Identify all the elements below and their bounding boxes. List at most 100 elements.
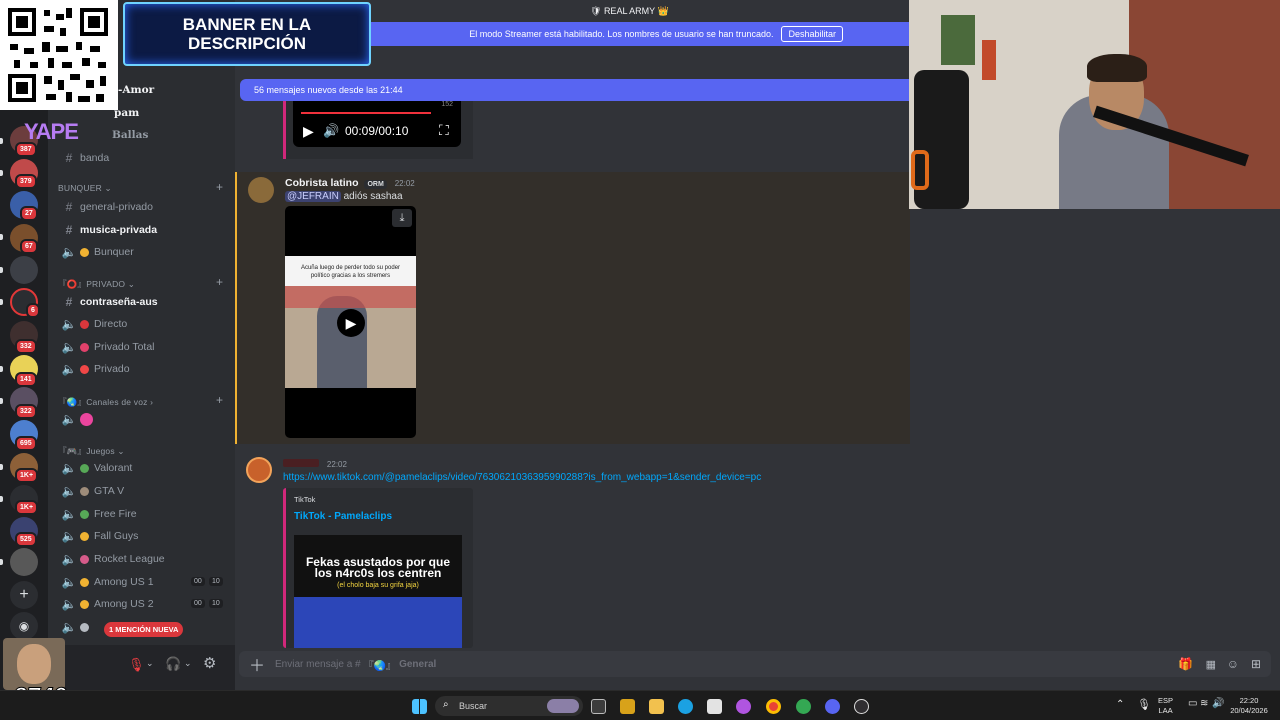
voice-among-us-2[interactable]: 🔈 Among US 2 xyxy=(58,594,154,614)
voice-privado[interactable]: 🔈 Privado xyxy=(58,359,130,379)
edge-icon[interactable] xyxy=(678,699,693,714)
play-icon[interactable]: ▶ xyxy=(303,123,314,140)
voice-valorant[interactable]: 🔈 Valorant xyxy=(58,458,133,478)
thumb-subtext: (el cholo baja su grifa jaja) xyxy=(337,582,419,589)
channel-label: Privado xyxy=(94,363,130,375)
video-caption: Acuña luego de perder todo su poder polí… xyxy=(285,256,416,286)
w-app-icon[interactable] xyxy=(620,699,635,714)
taskbar-search[interactable]: ⌕ Buscar xyxy=(435,696,583,716)
mute-icon[interactable]: 🎙 xyxy=(128,657,145,673)
category-juegos[interactable]: 『🎮』Juegos ⌄ xyxy=(58,445,125,457)
channel-ballas[interactable]: Ballas xyxy=(112,125,148,145)
video-play-icon[interactable]: ▶ xyxy=(337,309,365,337)
obs-icon[interactable] xyxy=(854,699,869,714)
voice-directo[interactable]: 🔈 Directo xyxy=(58,314,128,334)
unread-badge: 1K+ xyxy=(15,500,39,515)
category-bunquer[interactable]: BUNQUER ⌄ xyxy=(58,183,112,194)
channel-emoji xyxy=(80,364,89,374)
chevron-down-icon[interactable]: ⌄ xyxy=(146,658,154,669)
channel-label: Valorant xyxy=(94,462,133,474)
display-icon[interactable]: ▭ xyxy=(1188,698,1197,709)
qr-code xyxy=(0,0,118,110)
server-icon[interactable] xyxy=(10,256,38,284)
speaker-icon: 🔈 xyxy=(61,507,77,521)
embed-title[interactable]: TikTok - Pamelaclips xyxy=(294,511,392,522)
windows-start-icon[interactable] xyxy=(412,699,427,714)
channel-contrasena-aus[interactable]: # contraseña-aus xyxy=(58,292,158,312)
tiktok-link[interactable]: https://www.tiktok.com/@pamelaclips/vide… xyxy=(283,472,761,483)
speaker-icon: 🔈 xyxy=(61,245,77,259)
chrome-icon[interactable] xyxy=(766,699,781,714)
channel-emoji xyxy=(80,599,89,609)
chevron-down-icon[interactable]: ⌄ xyxy=(184,658,192,669)
avatar[interactable] xyxy=(246,457,272,483)
apps-icon[interactable]: ⊞ xyxy=(1251,657,1261,671)
wifi-icon[interactable]: ≋ xyxy=(1200,698,1208,709)
message-tiktok: 22:02 https://www.tiktok.com/@pamelaclip… xyxy=(235,452,910,648)
channel-l-amor[interactable]: l-Amor xyxy=(114,80,154,100)
add-server-icon[interactable]: + xyxy=(10,581,38,609)
audio-player[interactable]: 152 ▶ 🔊 00:09/00:10 ⛶ xyxy=(293,101,461,147)
download-icon[interactable]: ⤓ xyxy=(392,209,412,227)
voice-fall-guys[interactable]: 🔈 Fall Guys xyxy=(58,526,139,546)
voice-rocket-league[interactable]: 🔈 Rocket League xyxy=(58,549,165,569)
language-indicator[interactable]: ESP LAA xyxy=(1158,696,1173,716)
new-messages-bar[interactable]: 56 mensajes nuevos desde las 21:44 xyxy=(240,79,910,101)
gift-icon[interactable]: 🎁 xyxy=(1178,657,1193,671)
clock-date: 20/04/2026 xyxy=(1230,706,1268,715)
add-channel-icon[interactable]: + xyxy=(216,393,223,407)
add-attachment-icon[interactable]: ＋ xyxy=(239,652,275,676)
clock[interactable]: 22:20 20/04/2026 xyxy=(1226,696,1272,716)
voice-privado-total[interactable]: 🔈 Privado Total xyxy=(58,337,155,357)
category-privado[interactable]: 『⭕』PRIVADO ⌄ xyxy=(58,278,135,290)
voice-among-us-1[interactable]: 🔈 Among US 1 xyxy=(58,572,154,592)
chrome-profile-icon[interactable] xyxy=(796,699,811,714)
voice-channel-partial[interactable]: 🔈 xyxy=(58,617,94,637)
fullscreen-icon[interactable]: ⛶ xyxy=(439,122,449,139)
video-embed[interactable]: ⤓ Acuña luego de perder todo su poder po… xyxy=(285,206,416,438)
unread-badge: 1K+ xyxy=(15,468,39,483)
volume-tray-icon[interactable]: 🔊 xyxy=(1212,698,1224,709)
channel-label: Directo xyxy=(94,318,128,330)
hash-icon: # xyxy=(65,200,73,214)
chevron-up-icon[interactable]: ⌃ xyxy=(1116,699,1124,710)
voice-gta-v[interactable]: 🔈 GTA V xyxy=(58,481,125,501)
speaker-icon: 🔈 xyxy=(61,552,77,566)
discover-icon[interactable]: ◉ xyxy=(10,612,38,640)
disable-streamer-button[interactable]: Deshabilitar xyxy=(781,26,843,42)
channel-musica-privada[interactable]: # musica-privada xyxy=(58,220,157,240)
unread-indicator xyxy=(0,464,3,470)
message-author[interactable]: 22:02 xyxy=(283,458,347,470)
user-mention[interactable]: @JEFRAIN xyxy=(285,191,341,202)
voice-discord-channel[interactable]: 🔈 xyxy=(58,409,93,429)
copilot-icon[interactable] xyxy=(736,699,751,714)
add-channel-icon[interactable]: + xyxy=(216,180,223,194)
volume-icon[interactable]: 🔊 xyxy=(323,123,339,139)
new-mention-badge[interactable]: 1 MENCIÓN NUEVA xyxy=(104,622,184,637)
truncated-author[interactable] xyxy=(283,459,319,467)
sticker-icon[interactable]: ☺ xyxy=(1227,657,1239,671)
unread-badge: 27 xyxy=(20,206,38,221)
add-channel-icon[interactable]: + xyxy=(216,275,223,289)
channel-general-privado[interactable]: # general-privado xyxy=(58,197,153,217)
file-explorer-icon[interactable] xyxy=(649,699,664,714)
server-icon[interactable] xyxy=(10,548,38,576)
app-icon[interactable] xyxy=(707,699,722,714)
embed-thumbnail[interactable]: Fekas asustados por que los n4rc0s los c… xyxy=(294,535,462,648)
microphone-icon[interactable]: 🎙 xyxy=(1137,698,1151,711)
message-input[interactable]: ＋ Enviar mensaje a # 『🌏』 General 🎁 ▦ ☺ ⊞ xyxy=(239,651,1271,677)
task-view-icon[interactable] xyxy=(591,699,606,714)
audio-progress[interactable] xyxy=(301,112,431,114)
speaker-icon: 🔈 xyxy=(61,412,77,426)
voice-free-fire[interactable]: 🔈 Free Fire xyxy=(58,504,137,524)
category-voz[interactable]: 『🌏』Canales de voz › xyxy=(58,396,153,408)
channel-banda[interactable]: # banda xyxy=(58,148,110,168)
voice-bunquer[interactable]: 🔈 Bunquer xyxy=(58,242,134,262)
headphones-icon[interactable]: 🎧 xyxy=(165,656,181,672)
gif-icon[interactable]: ▦ xyxy=(1206,658,1216,671)
message-author[interactable]: Cobrista latino ORM 22:02 xyxy=(285,177,415,189)
avatar[interactable] xyxy=(248,177,274,203)
gear-icon[interactable]: ⚙ xyxy=(203,654,216,672)
discord-taskbar-icon[interactable] xyxy=(825,699,840,714)
author-name[interactable]: Cobrista latino xyxy=(285,177,359,189)
